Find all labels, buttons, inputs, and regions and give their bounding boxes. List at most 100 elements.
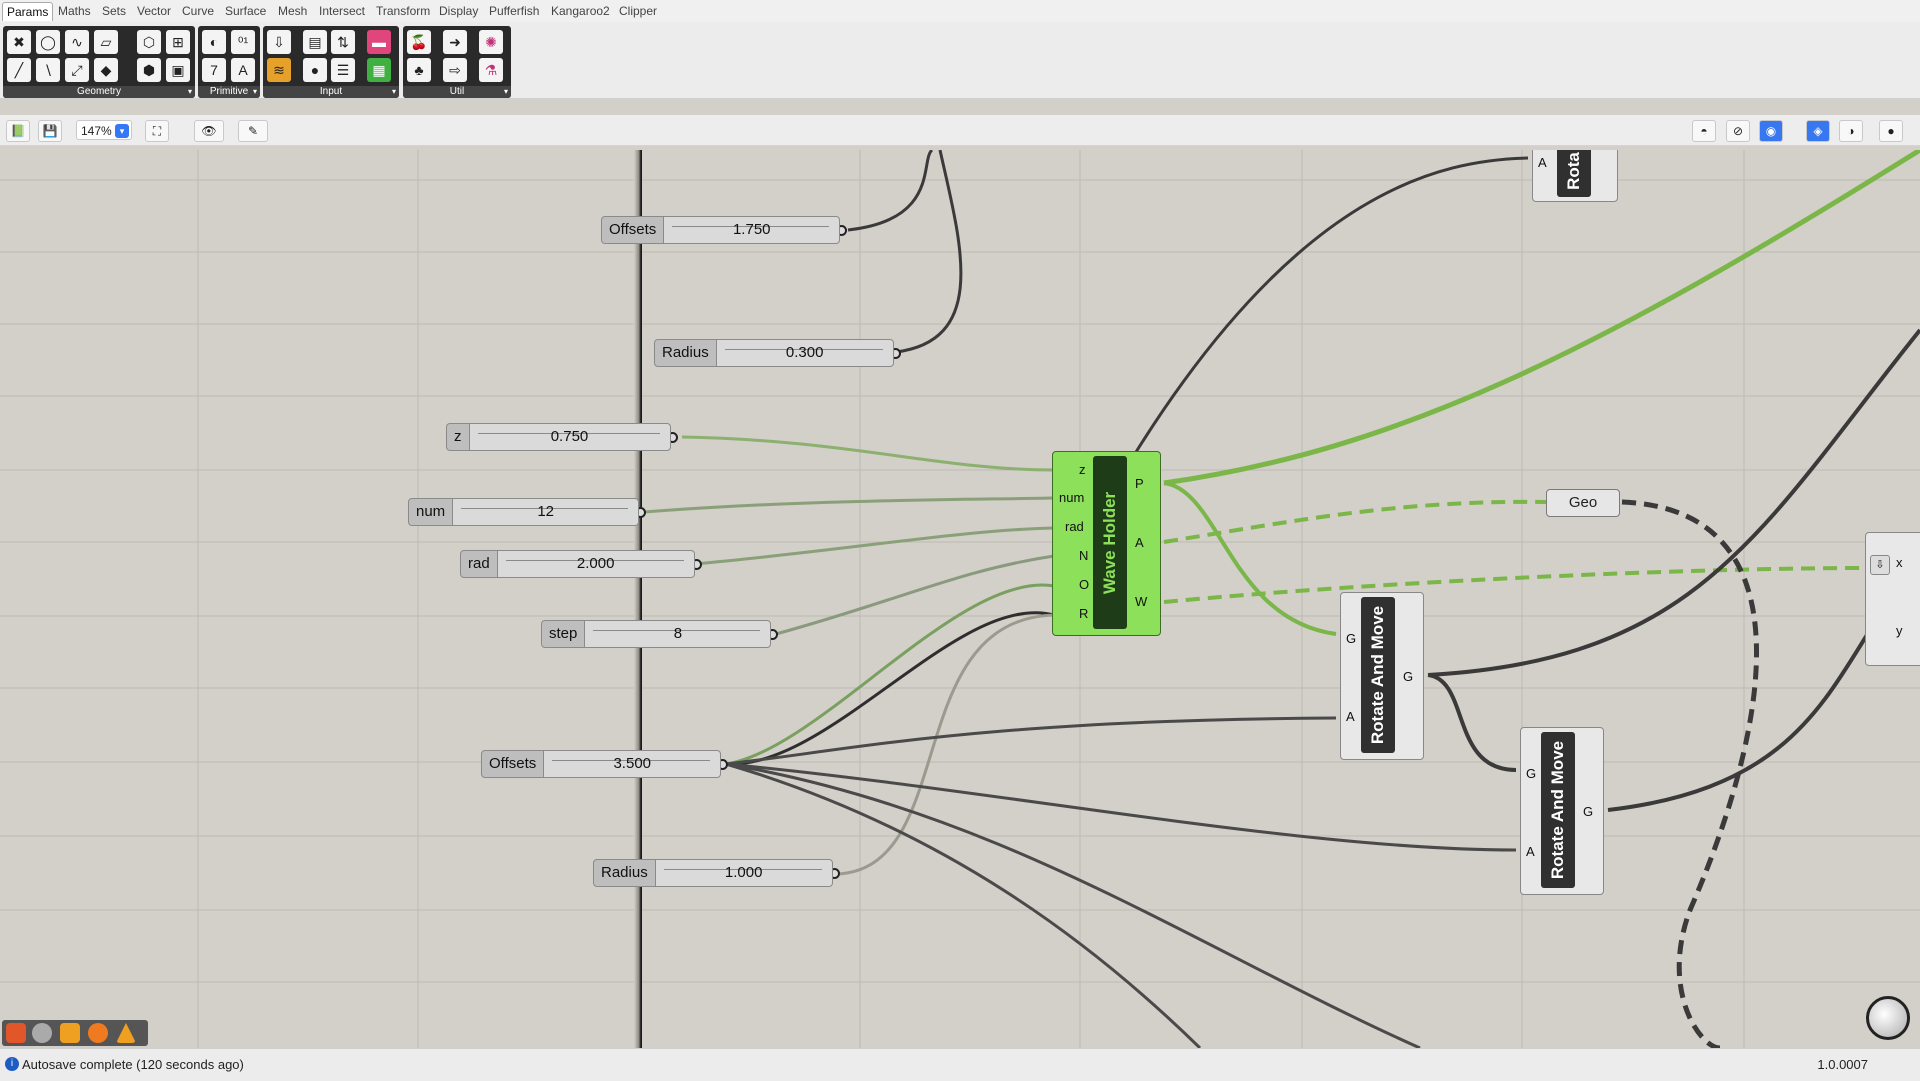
- panel-geometry: ✖ ◯ ∿ ▱ ⬡ ⊞ ╱ ∖ ⤢ ◆ ⬢ ▣ Geometry ▾: [3, 26, 195, 98]
- slider-step[interactable]: step 8: [541, 620, 779, 648]
- preview-mode-icon[interactable]: ◓: [1692, 120, 1716, 142]
- number-param-icon[interactable]: ⁰¹: [231, 30, 255, 54]
- sketch-pen-icon[interactable]: ✎: [238, 120, 268, 142]
- tab-clipper[interactable]: Clipper: [615, 2, 661, 20]
- brep-param-icon[interactable]: ▱: [94, 30, 118, 54]
- slider-radius-bottom[interactable]: Radius 1.000: [593, 859, 840, 887]
- mesh-face-icon[interactable]: ⊞: [166, 30, 190, 54]
- zoom-extents-icon[interactable]: ⛶: [145, 120, 169, 142]
- output-a[interactable]: A: [1135, 535, 1144, 550]
- layers-icon[interactable]: [60, 1023, 80, 1043]
- shaded-preview-icon[interactable]: ◉: [1759, 120, 1783, 142]
- mesh-param-icon[interactable]: ⬡: [137, 30, 161, 54]
- input-z[interactable]: z: [1079, 462, 1086, 477]
- geometry-param-icon[interactable]: ✖: [7, 30, 31, 54]
- input-y[interactable]: y: [1896, 623, 1903, 638]
- output-p[interactable]: P: [1135, 476, 1144, 491]
- input-r[interactable]: R: [1079, 606, 1088, 621]
- tab-maths[interactable]: Maths: [54, 2, 95, 20]
- slider-z[interactable]: z 0.750: [446, 423, 678, 451]
- tab-mesh[interactable]: Mesh: [274, 2, 311, 20]
- preview-eye-icon[interactable]: 👁: [194, 120, 224, 142]
- boolean-param-icon[interactable]: ◐: [202, 30, 226, 54]
- value-list-icon[interactable]: ☰: [331, 58, 355, 82]
- partial-component-right[interactable]: ⇩ x y: [1865, 532, 1920, 666]
- input-x[interactable]: x: [1896, 555, 1903, 570]
- surface-param-icon[interactable]: ⬢: [137, 58, 161, 82]
- line-param-icon[interactable]: ╱: [7, 58, 31, 82]
- slider-rad[interactable]: rad 2.000: [460, 550, 702, 578]
- input-g[interactable]: G: [1526, 766, 1536, 781]
- box-param-icon[interactable]: ▣: [166, 58, 190, 82]
- slider-num[interactable]: num 12: [408, 498, 647, 526]
- tab-display[interactable]: Display: [435, 2, 482, 20]
- input-g[interactable]: G: [1346, 631, 1356, 646]
- import-icon[interactable]: ⇩: [267, 30, 291, 54]
- document-preview-icon[interactable]: ●: [1879, 120, 1903, 142]
- output-g[interactable]: G: [1403, 669, 1413, 684]
- gear-icon[interactable]: [32, 1023, 52, 1043]
- fuzzy-icon[interactable]: ✺: [479, 30, 503, 54]
- expand-icon[interactable]: ▾: [392, 86, 396, 98]
- input-rad[interactable]: rad: [1065, 519, 1084, 534]
- point-param-icon[interactable]: ∖: [36, 58, 60, 82]
- toggle-icon[interactable]: ⇅: [331, 30, 355, 54]
- slider-radius-top[interactable]: Radius 0.300: [654, 339, 901, 367]
- color-swatch-icon[interactable]: ▬: [367, 30, 391, 54]
- arrow-outline-icon[interactable]: ⇨: [443, 58, 467, 82]
- slider-offsets-top[interactable]: Offsets 1.750: [601, 216, 848, 244]
- tab-params[interactable]: Params: [2, 2, 54, 21]
- cherry-picker-icon[interactable]: 🍒: [407, 30, 431, 54]
- button-icon[interactable]: ●: [303, 58, 327, 82]
- cluster-icon[interactable]: [6, 1023, 26, 1043]
- input-n[interactable]: N: [1079, 548, 1088, 563]
- expand-icon[interactable]: ▾: [504, 86, 508, 98]
- geo-param[interactable]: Geo: [1546, 489, 1620, 517]
- input-num[interactable]: num: [1059, 490, 1084, 505]
- vector-param-icon[interactable]: ⤢: [65, 58, 89, 82]
- circle-param-icon[interactable]: ◯: [36, 30, 60, 54]
- navigation-compass-icon[interactable]: [1866, 996, 1910, 1040]
- output-w[interactable]: W: [1135, 594, 1147, 609]
- tab-vector[interactable]: Vector: [133, 2, 175, 20]
- curve-param-icon[interactable]: ∿: [65, 30, 89, 54]
- text-param-icon[interactable]: A: [231, 58, 255, 82]
- tab-kangaroo2[interactable]: Kangaroo2: [547, 2, 614, 20]
- sketch-icon[interactable]: [116, 1023, 136, 1043]
- disable-preview-icon[interactable]: ⊘: [1726, 120, 1750, 142]
- input-a[interactable]: A: [1526, 844, 1535, 859]
- expand-icon[interactable]: ▾: [253, 86, 257, 98]
- zoom-dropdown[interactable]: 147% ▾: [76, 120, 132, 140]
- plane-param-icon[interactable]: ◆: [94, 58, 118, 82]
- tree-icon[interactable]: ♣: [407, 58, 431, 82]
- integer-param-icon[interactable]: 7: [202, 58, 226, 82]
- arrow-right-icon[interactable]: ➜: [443, 30, 467, 54]
- tab-surface[interactable]: Surface: [221, 2, 270, 20]
- tab-curve[interactable]: Curve: [178, 2, 218, 20]
- color-preview-icon[interactable]: ◑: [1839, 120, 1863, 142]
- blob-icon[interactable]: [88, 1023, 108, 1043]
- tab-intersect[interactable]: Intersect: [315, 2, 369, 20]
- save-icon[interactable]: 💾: [38, 120, 62, 142]
- grasshopper-canvas[interactable]: Offsets 1.750 Radius 0.300 z 0.750 num 1…: [0, 150, 1920, 1048]
- slider-icon[interactable]: ▤: [303, 30, 327, 54]
- gradient-icon[interactable]: ▦: [367, 58, 391, 82]
- output-g[interactable]: G: [1583, 804, 1593, 819]
- open-file-icon[interactable]: 📗: [6, 120, 30, 142]
- expand-icon[interactable]: ▾: [188, 86, 192, 98]
- input-o[interactable]: O: [1079, 577, 1089, 592]
- download-icon[interactable]: ⇩: [1870, 555, 1890, 575]
- tab-transform[interactable]: Transform: [372, 2, 434, 20]
- slider-offsets-bottom[interactable]: Offsets 3.500: [481, 750, 729, 778]
- rotate-and-move-component[interactable]: G A Rotate And Move G: [1340, 592, 1424, 760]
- input-a[interactable]: A: [1538, 155, 1547, 170]
- rotate-and-move-component[interactable]: G A Rotate And Move G: [1520, 727, 1604, 895]
- flask-icon[interactable]: ⚗: [479, 58, 503, 82]
- graph-mapper-icon[interactable]: ≋: [267, 58, 291, 82]
- wave-holder-component[interactable]: z num rad N O R Wave Holder P A W: [1052, 451, 1161, 636]
- input-a[interactable]: A: [1346, 709, 1355, 724]
- tab-sets[interactable]: Sets: [98, 2, 130, 20]
- tab-pufferfish[interactable]: Pufferfish: [485, 2, 543, 20]
- rotate-component-partial[interactable]: A Rota: [1532, 150, 1618, 202]
- selected-only-icon[interactable]: ◈: [1806, 120, 1830, 142]
